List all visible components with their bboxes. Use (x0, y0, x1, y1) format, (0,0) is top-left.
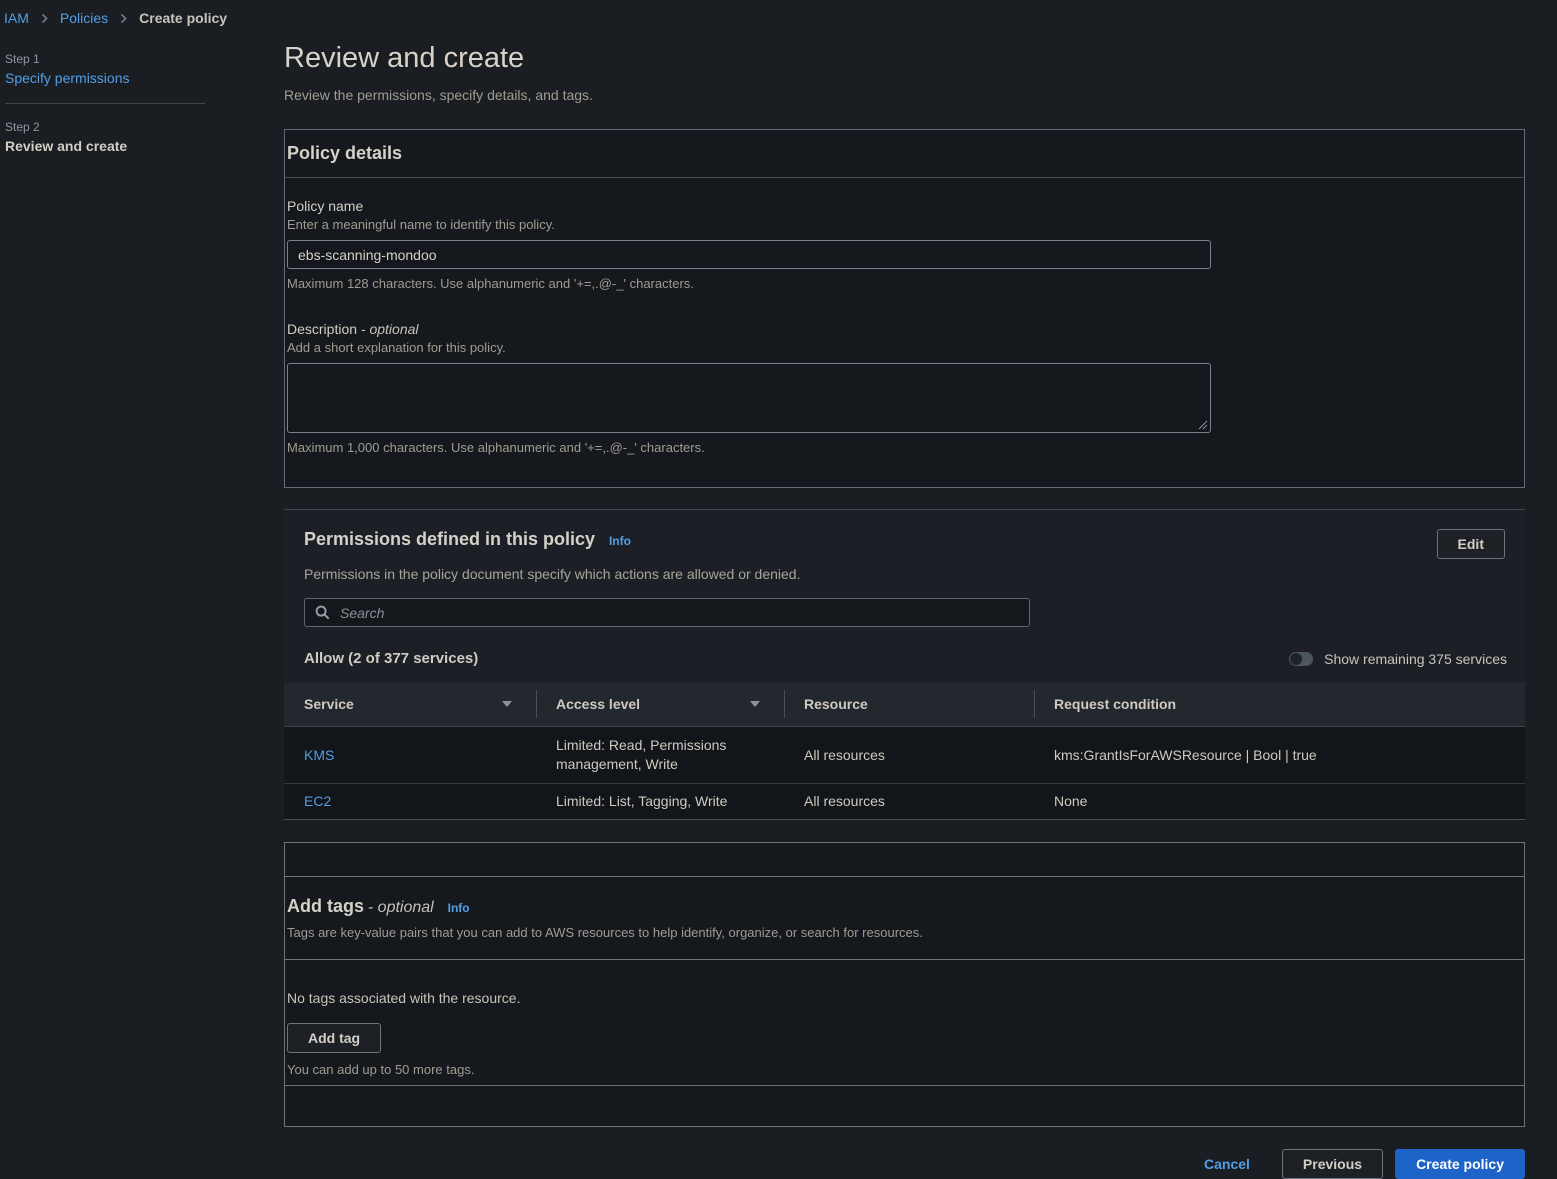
page-subtitle: Review the permissions, specify details,… (284, 87, 1525, 103)
previous-button[interactable]: Previous (1282, 1149, 1383, 1179)
toggle-knob (1290, 653, 1302, 665)
step-divider (5, 103, 205, 104)
column-header-service: Service (284, 682, 536, 726)
add-tags-heading-wrap: Add tags - optional Info (287, 896, 1522, 917)
table-row: KMS Limited: Read, Permissions managemen… (284, 727, 1525, 784)
add-tags-panel: Add tags - optional Info Tags are key-va… (284, 842, 1525, 1127)
add-tags-description: Tags are key-value pairs that you can ad… (287, 925, 1522, 940)
add-tags-optional-text: - optional (368, 899, 434, 916)
service-cell: EC2 (284, 784, 536, 819)
no-tags-text: No tags associated with the resource. (287, 990, 1522, 1006)
breadcrumb: IAM Policies Create policy (4, 10, 227, 26)
search-input[interactable] (338, 604, 1019, 622)
service-link-kms[interactable]: KMS (304, 747, 334, 763)
policy-name-input[interactable] (287, 240, 1211, 269)
request-condition-cell: None (1034, 784, 1525, 819)
column-header-access-level: Access level (536, 682, 784, 726)
page-title: Review and create (284, 42, 1525, 75)
step-1-label: Step 1 (5, 52, 205, 66)
resize-grip-icon[interactable] (1198, 420, 1208, 430)
wizard-steps-sidebar: Step 1 Specify permissions Step 2 Review… (5, 52, 205, 154)
resource-cell: All resources (784, 737, 1034, 774)
description-textarea[interactable] (287, 363, 1211, 433)
step-1-link-specify-permissions[interactable]: Specify permissions (5, 70, 130, 86)
permissions-heading-wrap: Permissions defined in this policy Info (304, 529, 631, 550)
permissions-table-header: Service Access level Resource Request co… (284, 682, 1525, 727)
search-icon (315, 605, 330, 620)
permissions-description: Permissions in the policy document speci… (304, 566, 1505, 582)
tags-limit-text: You can add up to 50 more tags. (287, 1062, 1522, 1077)
access-level-cell: Limited: Read, Permissions management, W… (536, 727, 784, 783)
add-tags-bottom-strip (285, 1086, 1524, 1126)
wizard-actions: Cancel Previous Create policy (284, 1149, 1525, 1179)
cancel-button[interactable]: Cancel (1204, 1156, 1250, 1172)
breadcrumb-current: Create policy (139, 10, 227, 26)
add-tags-title: Add tags (287, 896, 364, 916)
step-2: Step 2 Review and create (5, 120, 205, 154)
policy-name-constraint: Maximum 128 characters. Use alphanumeric… (287, 276, 1522, 291)
show-remaining-toggle-label: Show remaining 375 services (1324, 651, 1507, 667)
breadcrumb-link-policies[interactable]: Policies (60, 10, 108, 26)
service-link-ec2[interactable]: EC2 (304, 793, 331, 809)
description-hint: Add a short explanation for this policy. (287, 340, 1522, 355)
create-policy-button[interactable]: Create policy (1395, 1149, 1525, 1179)
column-header-request-condition-label: Request condition (1054, 696, 1176, 712)
chevron-right-icon (118, 13, 129, 24)
column-header-access-level-label: Access level (556, 696, 640, 712)
request-condition-cell: kms:GrantIsForAWSResource | Bool | true (1034, 737, 1525, 774)
policy-name-field-group: Policy name Enter a meaningful name to i… (287, 198, 1522, 291)
table-row: EC2 Limited: List, Tagging, Write All re… (284, 784, 1525, 820)
add-tags-top-strip (285, 843, 1524, 877)
step-2-label: Step 2 (5, 120, 205, 134)
permissions-section: Permissions defined in this policy Info … (284, 510, 1525, 820)
column-header-resource-label: Resource (804, 696, 868, 712)
add-tags-info-link[interactable]: Info (448, 901, 470, 915)
service-cell: KMS (284, 737, 536, 774)
resource-cell: All resources (784, 784, 1034, 819)
permissions-info-link[interactable]: Info (609, 534, 631, 548)
access-level-filter-arrow-icon[interactable] (750, 701, 760, 707)
permissions-table: Service Access level Resource Request co… (284, 682, 1525, 820)
chevron-right-icon (39, 13, 50, 24)
policy-details-title: Policy details (285, 130, 1524, 178)
permissions-section-title: Permissions defined in this policy (304, 529, 595, 549)
column-header-service-label: Service (304, 696, 354, 712)
description-constraint: Maximum 1,000 characters. Use alphanumer… (287, 440, 1522, 455)
show-remaining-toggle-group: Show remaining 375 services (1289, 651, 1507, 667)
step-1: Step 1 Specify permissions (5, 52, 205, 86)
description-label-text: Description (287, 321, 357, 337)
add-tag-button[interactable]: Add tag (287, 1023, 381, 1053)
allow-services-heading: Allow (2 of 377 services) (304, 650, 478, 667)
column-header-resource: Resource (784, 682, 1034, 726)
description-optional-text: - optional (361, 321, 419, 337)
main-content: Review and create Review the permissions… (284, 42, 1525, 1179)
permissions-search-box (304, 598, 1030, 627)
description-field-group: Description - optional Add a short expla… (287, 321, 1522, 455)
breadcrumb-link-iam[interactable]: IAM (4, 10, 29, 26)
policy-details-panel: Policy details Policy name Enter a meani… (284, 129, 1525, 488)
column-header-request-condition: Request condition (1034, 682, 1525, 726)
policy-name-hint: Enter a meaningful name to identify this… (287, 217, 1522, 232)
policy-name-label: Policy name (287, 198, 1522, 214)
show-remaining-toggle[interactable] (1289, 652, 1313, 666)
access-level-cell: Limited: List, Tagging, Write (536, 784, 784, 819)
description-label: Description - optional (287, 321, 1522, 337)
edit-button[interactable]: Edit (1437, 529, 1505, 559)
step-2-current-review-and-create: Review and create (5, 138, 205, 154)
service-filter-arrow-icon[interactable] (502, 701, 512, 707)
